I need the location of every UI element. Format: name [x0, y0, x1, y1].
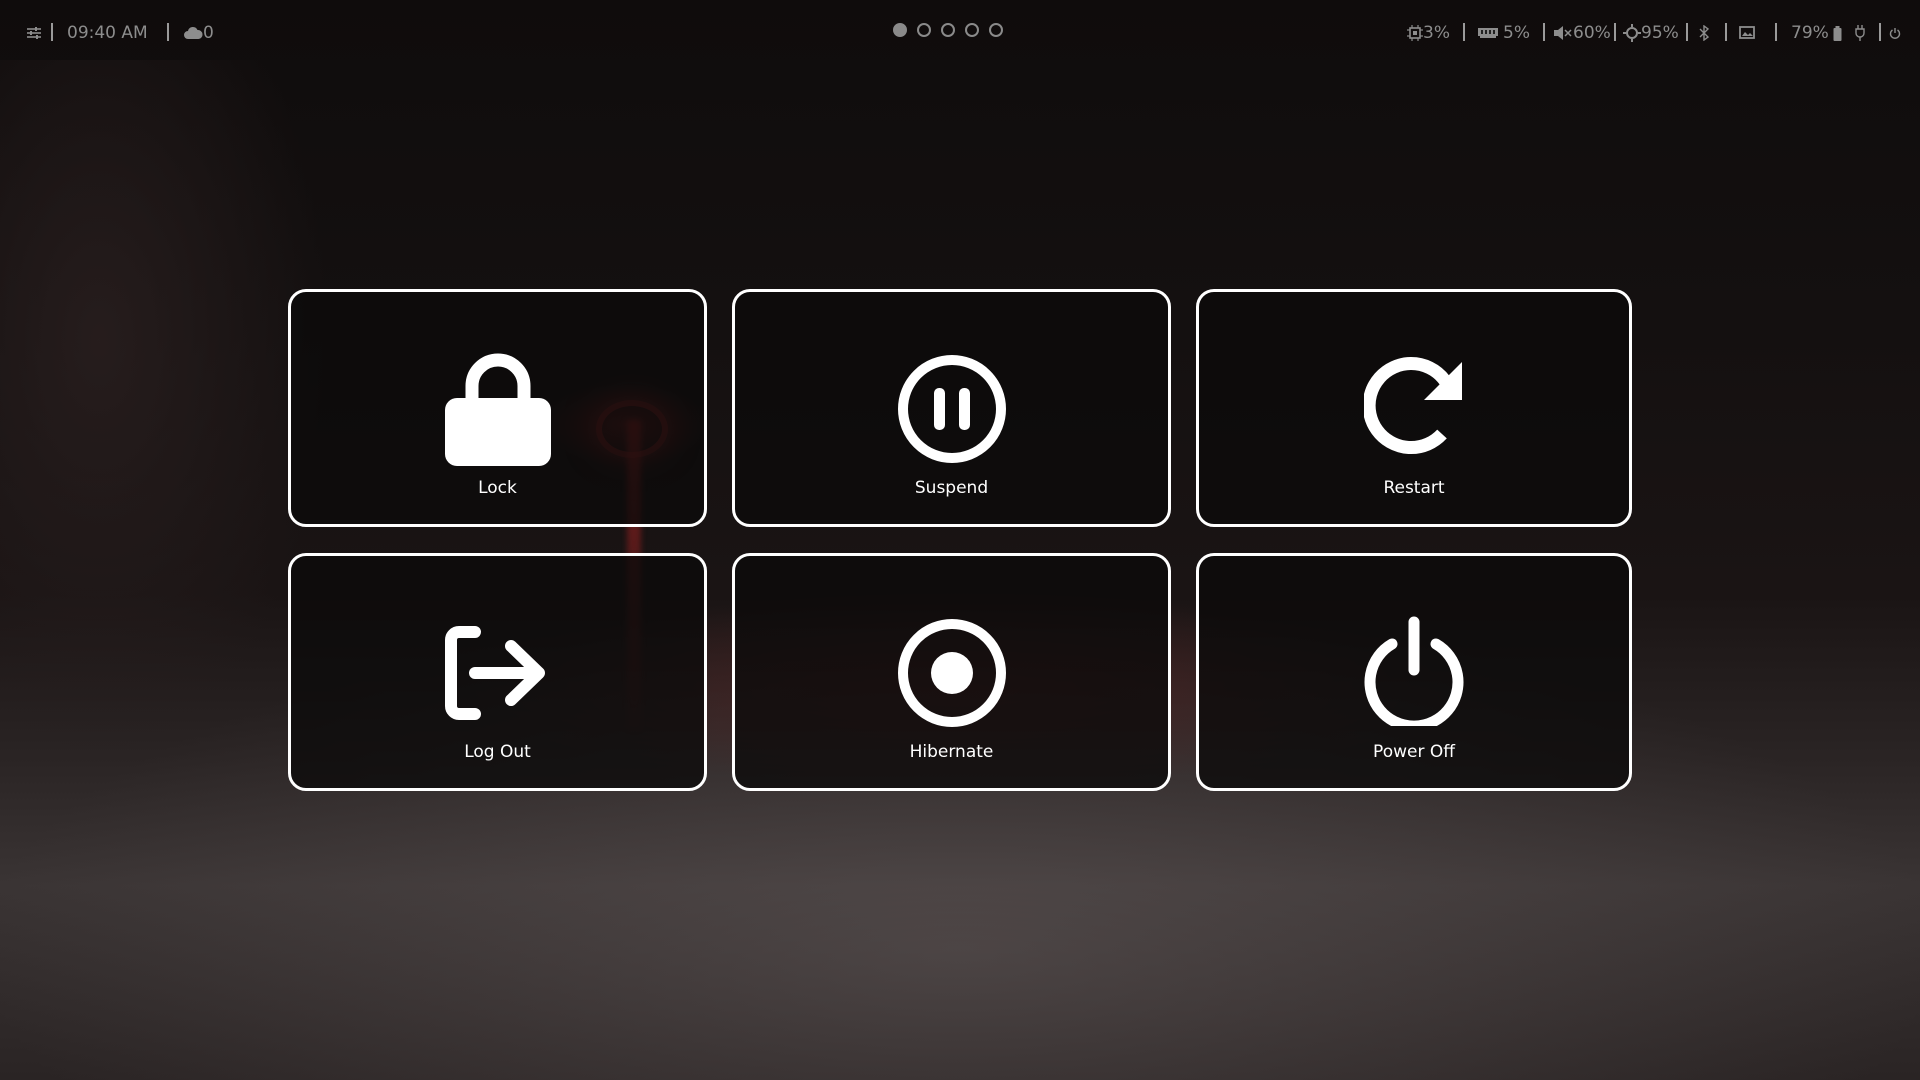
brightness-value: 95%: [1641, 23, 1679, 43]
separator: [1463, 23, 1465, 41]
logout-icon: [444, 626, 551, 724]
separator: [51, 23, 53, 41]
brightness-widget[interactable]: 95%: [1623, 22, 1679, 44]
separator: [1775, 23, 1777, 41]
restart-label: Restart: [1383, 478, 1445, 498]
pause-circle-icon: [897, 354, 1007, 468]
workspace-dot-5[interactable]: [989, 23, 1003, 37]
workspace-dot-1[interactable]: [893, 23, 907, 37]
separator: [1614, 23, 1616, 41]
battery-widget[interactable]: 79%: [1791, 22, 1866, 44]
weather-value: 0: [203, 23, 214, 43]
brightness-icon: [1623, 24, 1641, 42]
clock[interactable]: 09:40 AM: [67, 22, 148, 44]
restart-button[interactable]: Restart: [1196, 289, 1632, 527]
top-bar: 09:40 AM 0 3% 5% 60% 95% 79%: [0, 0, 1920, 66]
logout-label: Log Out: [464, 742, 531, 762]
plug-icon: [1854, 25, 1866, 41]
weather-widget[interactable]: 0: [183, 22, 214, 44]
battery-value: 79%: [1791, 23, 1829, 43]
suspend-label: Suspend: [914, 478, 989, 498]
workspace-dot-4[interactable]: [965, 23, 979, 37]
wallpaper: [0, 0, 1920, 1080]
lock-icon: [444, 350, 551, 474]
volume-value: 60%: [1573, 23, 1611, 43]
separator: [1543, 23, 1545, 41]
power-icon: [1362, 616, 1466, 732]
separator: [1686, 23, 1688, 41]
volume-muted-icon: [1553, 25, 1573, 41]
poweroff-button[interactable]: Power Off: [1196, 553, 1632, 791]
cpu-widget[interactable]: 3%: [1407, 22, 1450, 44]
separator: [1879, 23, 1881, 41]
sliders-icon[interactable]: [26, 22, 42, 44]
memory-icon: [1478, 27, 1498, 39]
cloud-icon: [183, 26, 203, 40]
logout-button[interactable]: Log Out: [288, 553, 707, 791]
ram-widget[interactable]: 5%: [1478, 22, 1530, 44]
wallpaper-tree: [0, 60, 330, 760]
workspace-indicator: [893, 23, 1003, 37]
battery-icon: [1833, 25, 1842, 41]
lock-button[interactable]: Lock: [288, 289, 707, 527]
screen-icon[interactable]: [1739, 22, 1755, 44]
suspend-button[interactable]: Suspend: [732, 289, 1171, 527]
separator: [1725, 23, 1727, 41]
workspace-dot-2[interactable]: [917, 23, 931, 37]
hibernate-button[interactable]: Hibernate: [732, 553, 1171, 791]
volume-widget[interactable]: 60%: [1553, 22, 1611, 44]
poweroff-label: Power Off: [1373, 742, 1455, 762]
cpu-value: 3%: [1423, 23, 1450, 43]
separator: [167, 23, 169, 41]
bluetooth-icon[interactable]: [1698, 22, 1710, 44]
ram-value: 5%: [1503, 23, 1530, 43]
power-icon[interactable]: [1889, 22, 1901, 44]
cpu-icon: [1407, 25, 1423, 41]
hibernate-label: Hibernate: [909, 742, 994, 762]
workspace-dot-3[interactable]: [941, 23, 955, 37]
restart-icon: [1362, 356, 1464, 460]
lock-label: Lock: [478, 478, 517, 498]
record-circle-icon: [897, 618, 1007, 732]
